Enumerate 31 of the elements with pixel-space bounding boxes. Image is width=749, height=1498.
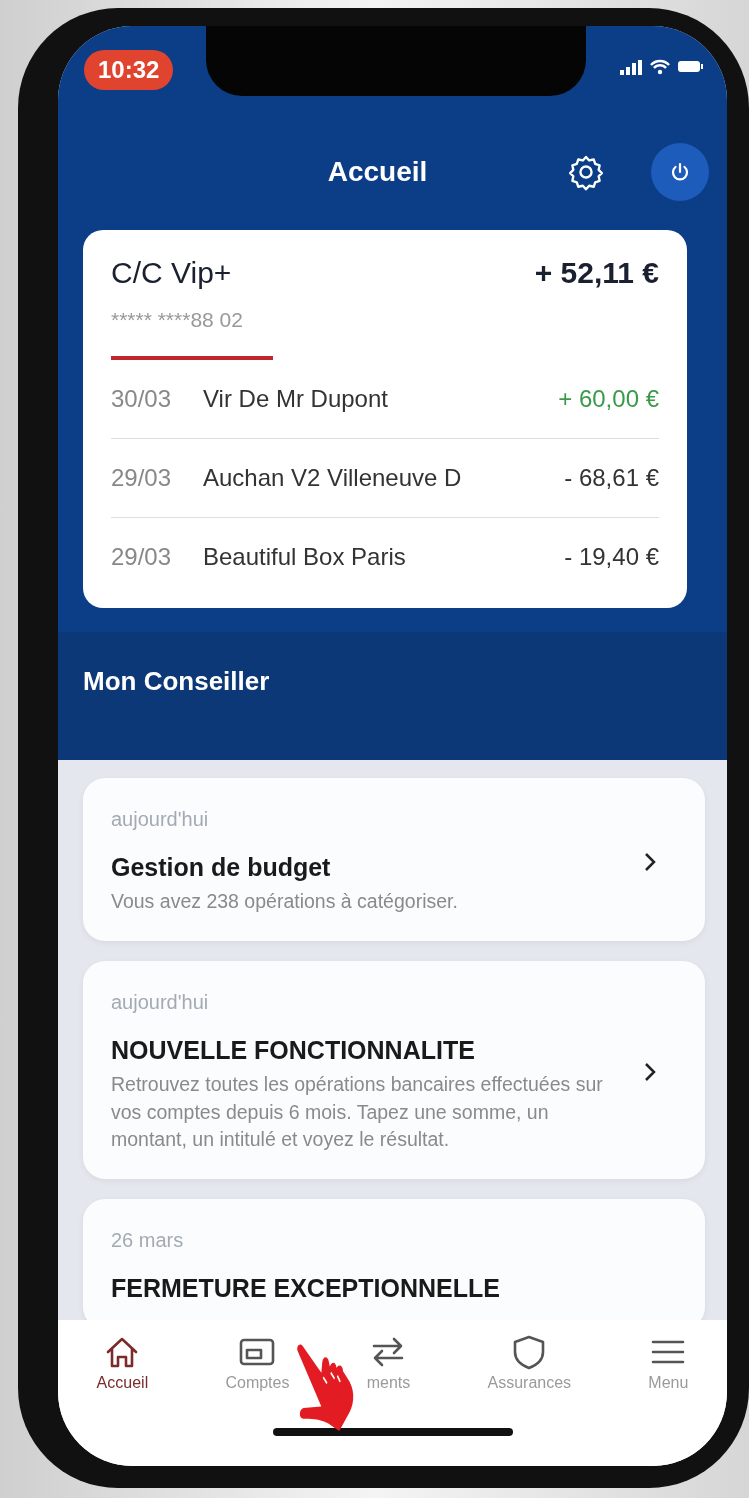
transaction-amount: - 19,40 € [564, 543, 659, 571]
account-card[interactable]: C/C Vip+ + 52,11 € ***** ****88 02 30/03 Vir De Mr Dupont + 60,00 € 29/03 Auchan V2 Villeneuve D - 68,61 € 29/03 Beautiful Box Paris - 19,40 € [83, 230, 687, 608]
settings-icon[interactable] [567, 153, 605, 191]
message-card[interactable]: 26 mars FERMETURE EXCEPTIONNELLE [83, 1199, 705, 1320]
transaction-label: Beautiful Box Paris [203, 543, 407, 571]
transaction-label: Vir De Mr Dupont [203, 385, 389, 413]
message-title: NOUVELLE FONCTIONNALITE [111, 1036, 476, 1066]
status-time: 10:32 [84, 50, 174, 90]
transaction-date: 30/03 [111, 385, 173, 413]
transaction-amount: - 68,61 € [564, 464, 659, 492]
message-text: Vous avez 238 opérations à catégoriser. [111, 889, 459, 914]
signal-icon [619, 58, 643, 76]
transaction-date: 29/03 [111, 464, 173, 492]
transaction-label: Auchan V2 Villeneuve D [203, 464, 463, 492]
message-date: aujourd'hui [111, 808, 210, 831]
account-number: ***** ****88 02 [111, 308, 244, 332]
tab[interactable]: Accueil [96, 1334, 149, 1392]
message-date: 26 mars [111, 1229, 185, 1253]
message-date: aujourd'hui [111, 991, 210, 1015]
message-card[interactable]: aujourd'hui NOUVELLE FONCTIONNALITE Retrouvez toutes les opérations bancaires effectuées sur vos comptes depuis 6 mois. Tapez une somme, un montant, un intitulé et voyez le résultat. [83, 961, 705, 1180]
message-title: Gestion de budget [111, 853, 332, 882]
section-title: Mon Conseiller [83, 665, 270, 697]
account-balance: + 52,11 € [534, 256, 659, 290]
transaction-amount: + 60,00 € [558, 385, 659, 413]
message-text: Retrouvez toutes les opérations bancaires effectuées sur vos comptes depuis 6 mois. Tapez une somme, un montant, un intitulé et voyez le résultat. [111, 1072, 604, 1152]
account-name: C/C Vip+ [111, 256, 232, 290]
transaction-date: 29/03 [111, 543, 173, 571]
screen-title: Accueil [326, 156, 429, 188]
message-title: FERMETURE EXCEPTIONNELLE [111, 1274, 501, 1304]
message-card[interactable]: aujourd'hui Gestion de budget Vous avez 238 opérations à catégoriser. [83, 778, 705, 942]
wifi-icon [649, 58, 671, 76]
